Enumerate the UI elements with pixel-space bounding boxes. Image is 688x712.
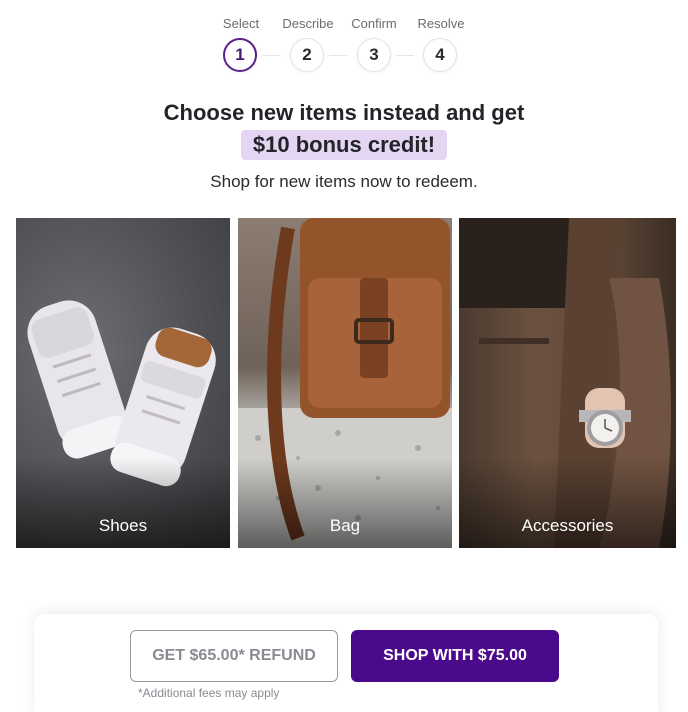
category-card-bag[interactable]: Bag [238,218,452,548]
step-2-circle: 2 [290,38,324,72]
page-headline: Choose new items instead and get [163,100,525,125]
step-label-resolve: Resolve [417,16,465,31]
bonus-wrapper: $10 bonus credit! [0,130,688,160]
progress-stepper: Select Describe Confirm Resolve 1 2 3 4 [0,14,688,76]
step-3-circle: 3 [357,38,391,72]
step-connector [396,55,414,56]
action-panel: GET $65.00* REFUND SHOP WITH $75.00 *Add… [34,614,658,712]
step-4-circle: 4 [423,38,457,72]
category-label-bag: Bag [329,516,361,535]
bonus-credit-badge: $10 bonus credit! [240,130,448,160]
fees-disclaimer: *Additional fees may apply [138,686,280,700]
step-connector [329,55,347,56]
shop-with-credit-button[interactable]: SHOP WITH $75.00 [351,630,559,682]
page-subline: Shop for new items now to redeem. [210,172,478,191]
step-1-circle: 1 [223,38,257,72]
category-card-shoes[interactable]: Shoes [16,218,230,548]
category-label-shoes: Shoes [98,516,148,535]
category-card-accessories[interactable]: Accessories [459,218,676,548]
category-label-accessories: Accessories [521,516,614,535]
step-connector [262,55,280,56]
get-refund-button[interactable]: GET $65.00* REFUND [130,630,338,682]
